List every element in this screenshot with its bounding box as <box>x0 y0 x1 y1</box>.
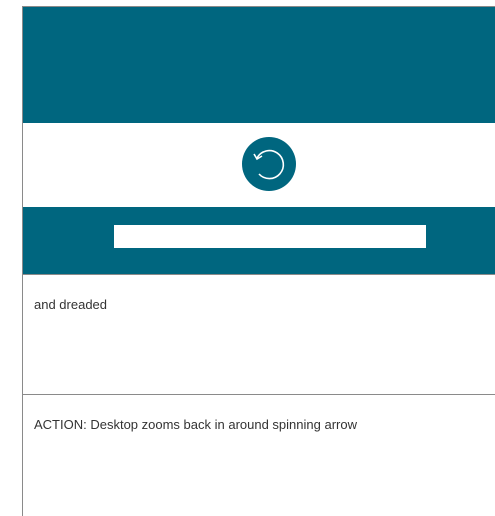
screen-header-band <box>23 7 495 123</box>
caption-text: and dreaded <box>34 297 108 312</box>
divider <box>23 394 495 395</box>
action-caption: ACTION: Desktop zooms back in around spi… <box>34 417 357 432</box>
screen-footer-band <box>23 207 495 274</box>
storyboard-panel: and dreaded ACTION: Desktop zooms back i… <box>22 6 495 516</box>
screen-mockup <box>23 7 495 274</box>
spinning-arrow-icon <box>242 137 296 191</box>
progress-bar <box>114 225 426 248</box>
divider <box>23 274 495 275</box>
